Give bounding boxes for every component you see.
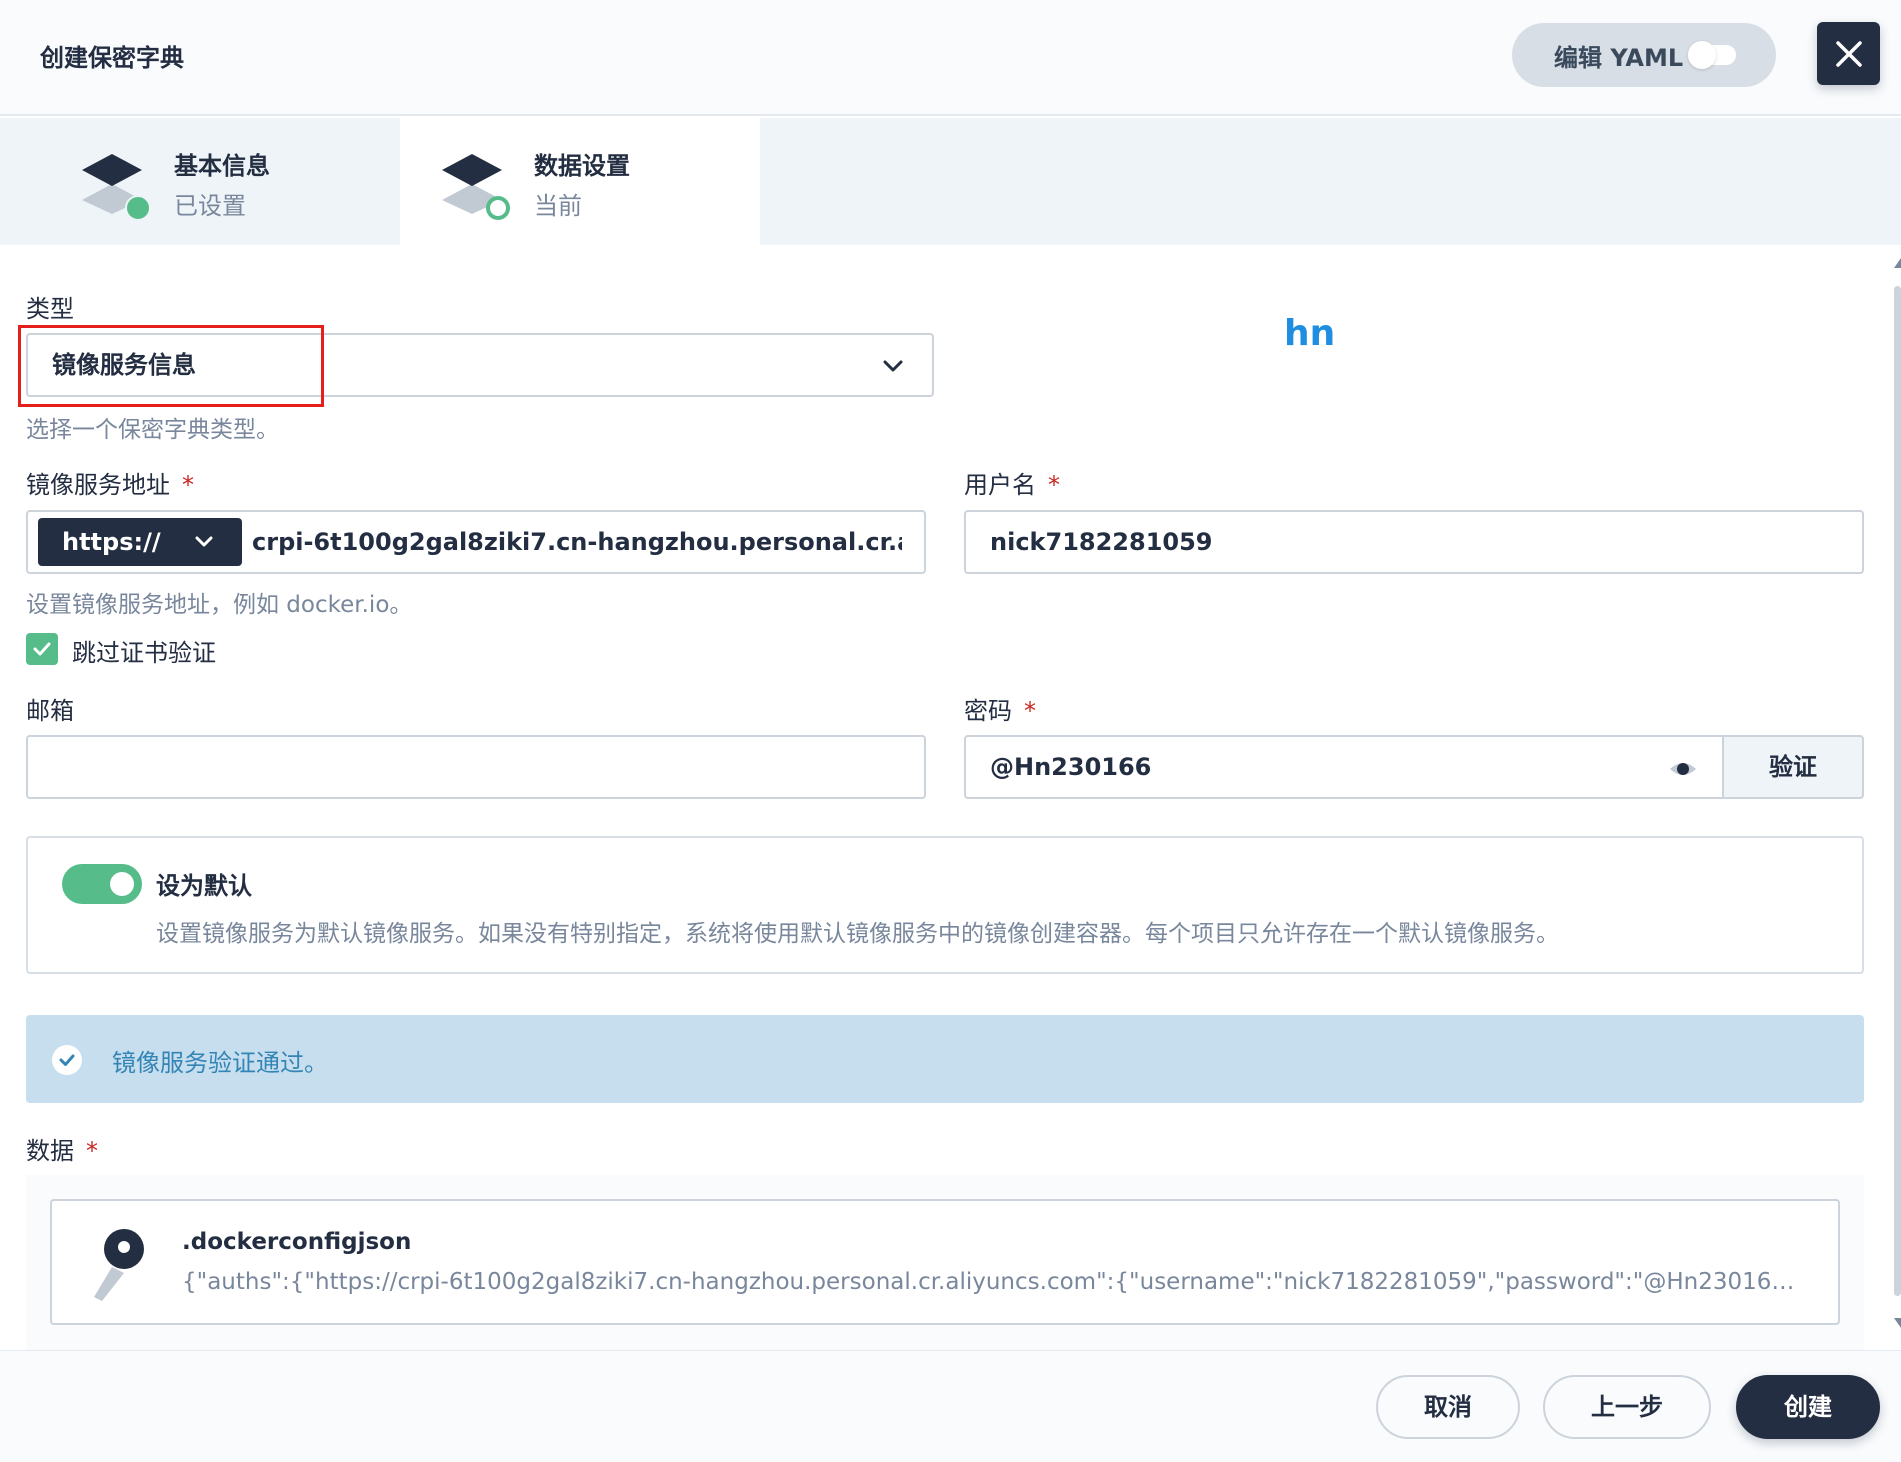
type-label: 类型 [26, 295, 74, 323]
registry-label-text: 镜像服务地址 [26, 471, 170, 499]
required-mark: * [1048, 471, 1060, 499]
data-value: {"auths":{"https://crpi-6t100g2gal8ziki7… [182, 1269, 1802, 1295]
close-icon [1835, 40, 1862, 67]
skip-tls-checkbox[interactable] [26, 633, 58, 665]
chevron-down-icon [883, 360, 903, 372]
data-label: 数据 * [26, 1131, 98, 1166]
edit-yaml-toggle-button[interactable]: 编辑 YAML [1512, 23, 1776, 87]
create-button[interactable]: 创建 [1736, 1375, 1880, 1439]
type-hint: 选择一个保密字典类型。 [26, 417, 279, 443]
eye-icon[interactable] [1668, 759, 1698, 779]
close-button[interactable] [1817, 22, 1880, 85]
data-item[interactable]: .dockerconfigjson {"auths":{"https://crp… [50, 1199, 1840, 1325]
default-description: 设置镜像服务为默认镜像服务。如果没有特别指定，系统将使用默认镜像服务中的镜像创建… [156, 921, 1559, 947]
step-name: 基本信息 [174, 152, 270, 180]
default-registry-card: 设为默认 设置镜像服务为默认镜像服务。如果没有特别指定，系统将使用默认镜像服务中… [26, 836, 1864, 974]
required-mark: * [1024, 697, 1036, 725]
form-body: 类型 镜像服务信息 选择一个保密字典类型。 hn 镜像服务地址 * https:/… [0, 245, 1901, 1350]
check-icon [33, 642, 51, 656]
username-label-text: 用户名 [964, 471, 1036, 499]
registry-address-input[interactable]: crpi-6t100g2gal8ziki7.cn-hangzhou.person… [252, 512, 902, 572]
chevron-down-icon [195, 536, 213, 547]
protocol-select[interactable]: https:// [38, 518, 242, 566]
password-label: 密码 * [964, 691, 1036, 726]
required-mark: * [86, 1137, 98, 1165]
yaml-switch[interactable] [1688, 41, 1736, 69]
protocol-value: https:// [62, 528, 161, 556]
step-navigation: 基本信息 已设置 数据设置 当前 [0, 118, 1901, 245]
modal-header: 创建保密字典 编辑 YAML [0, 0, 1901, 116]
edit-yaml-label: 编辑 YAML [1554, 43, 1684, 72]
switch-knob [110, 872, 134, 896]
step-data-settings[interactable]: 数据设置 当前 [400, 118, 760, 245]
password-label-text: 密码 [964, 697, 1012, 725]
username-label: 用户名 * [964, 465, 1060, 500]
scrollbar[interactable] [1892, 258, 1901, 1328]
registry-hint: 设置镜像服务地址，例如 docker.io。 [26, 592, 413, 618]
scroll-up-icon[interactable] [1892, 258, 1901, 268]
overlay-text: hn [1284, 313, 1336, 354]
password-input[interactable]: @Hn230166 [964, 735, 1724, 799]
skip-tls-label: 跳过证书验证 [72, 639, 216, 667]
success-check-icon [52, 1045, 82, 1075]
layers-current-icon [442, 154, 510, 220]
modal-title: 创建保密字典 [40, 44, 184, 72]
key-icon [94, 1229, 144, 1301]
email-input[interactable] [26, 735, 926, 799]
email-label: 邮箱 [26, 697, 74, 725]
scrollbar-thumb[interactable] [1894, 286, 1901, 1296]
step-status: 当前 [534, 192, 582, 220]
verify-success-alert: 镜像服务验证通过。 [26, 1015, 1864, 1103]
default-title: 设为默认 [156, 872, 252, 900]
required-mark: * [182, 471, 194, 499]
yaml-switch-knob [1688, 41, 1716, 69]
scroll-down-icon[interactable] [1892, 1318, 1901, 1328]
step-name: 数据设置 [534, 152, 630, 180]
step-basic-info[interactable]: 基本信息 已设置 [0, 118, 400, 245]
cancel-button[interactable]: 取消 [1376, 1375, 1520, 1439]
success-text: 镜像服务验证通过。 [112, 1049, 328, 1077]
data-label-text: 数据 [26, 1137, 74, 1165]
previous-button[interactable]: 上一步 [1543, 1375, 1711, 1439]
modal-footer: 取消 上一步 创建 [0, 1350, 1901, 1462]
registry-address-field: https:// crpi-6t100g2gal8ziki7.cn-hangzh… [26, 510, 926, 574]
data-list: .dockerconfigjson {"auths":{"https://crp… [26, 1175, 1864, 1350]
username-input[interactable]: nick7182281059 [964, 510, 1864, 574]
highlight-box [18, 325, 324, 407]
default-switch[interactable] [62, 864, 142, 904]
step-status: 已设置 [174, 192, 246, 220]
layers-done-icon [82, 154, 150, 221]
data-key: .dockerconfigjson [182, 1229, 412, 1255]
verify-button[interactable]: 验证 [1722, 735, 1864, 799]
registry-label: 镜像服务地址 * [26, 465, 194, 500]
